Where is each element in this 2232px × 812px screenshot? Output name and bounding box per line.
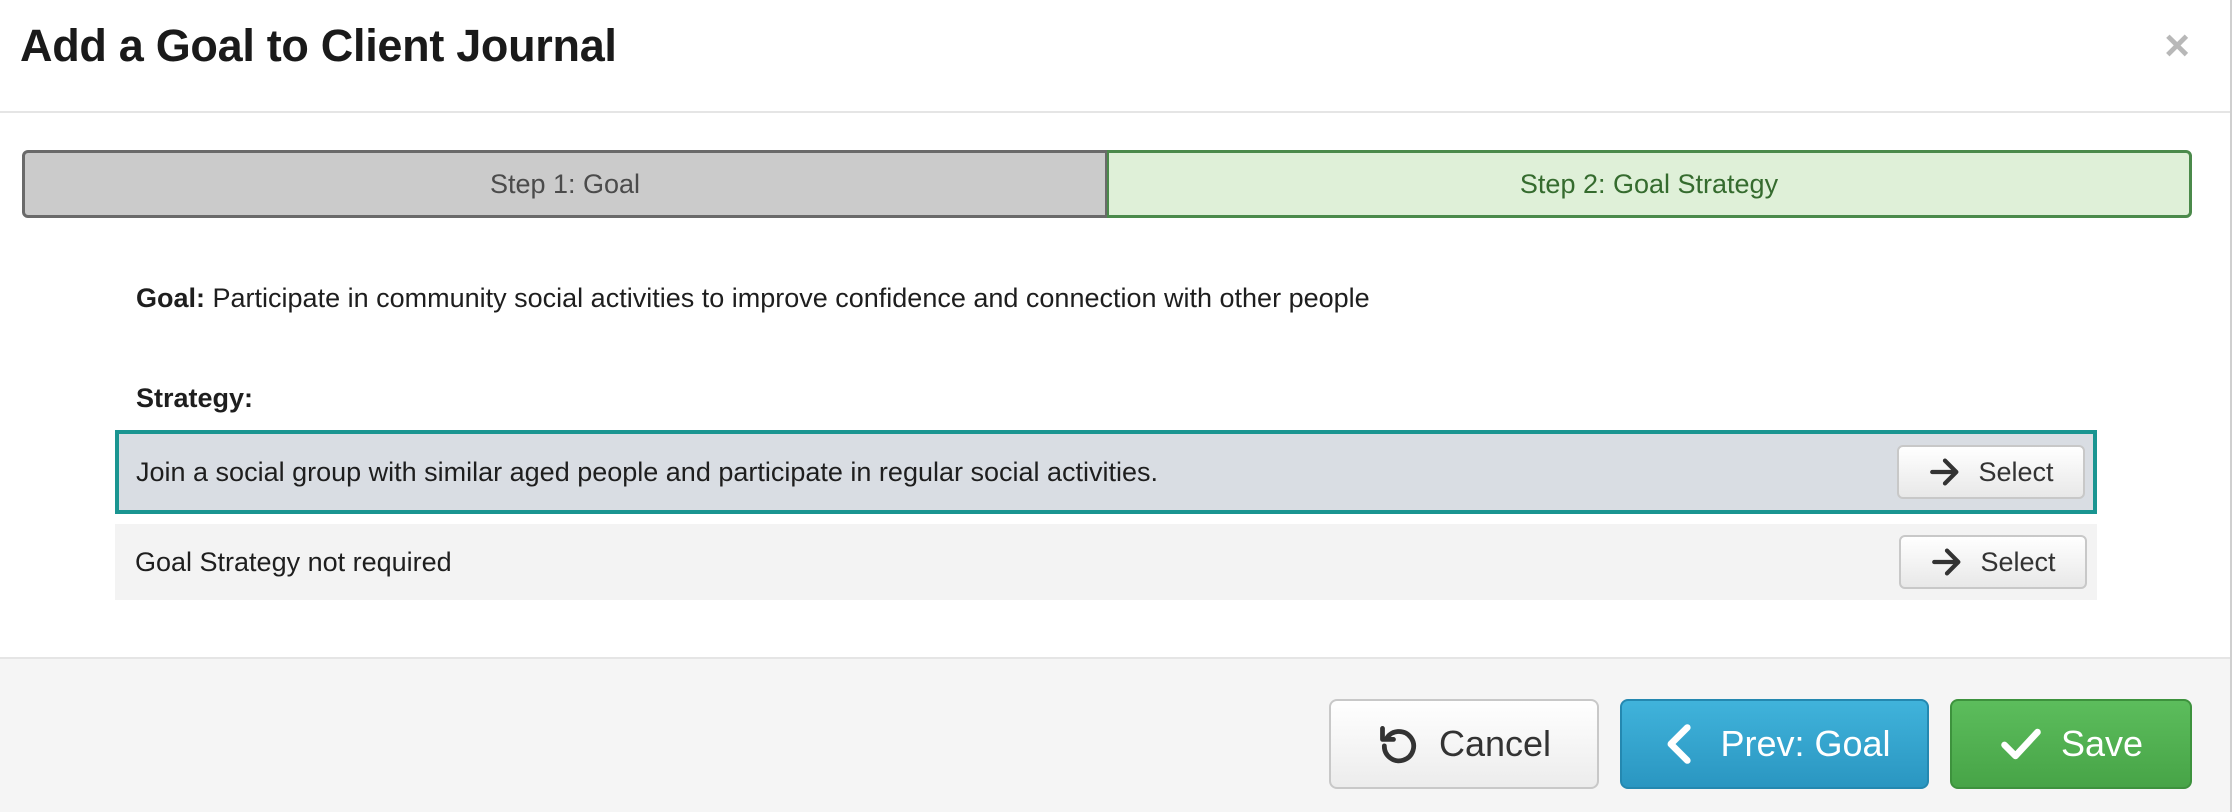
cancel-label: Cancel xyxy=(1438,723,1552,764)
prev-goal-button[interactable]: Prev: Goal xyxy=(1620,699,1929,789)
save-button[interactable]: Save xyxy=(1950,699,2192,789)
strategy-option-text: Goal Strategy not required xyxy=(135,546,452,577)
select-strategy-button[interactable]: Select xyxy=(1897,445,2085,499)
goal-label: Goal: xyxy=(136,283,206,313)
save-label: Save xyxy=(2060,723,2144,764)
chevron-left-icon xyxy=(1667,724,1692,764)
prev-goal-label: Prev: Goal xyxy=(1720,723,1891,764)
goal-text: Participate in community social activiti… xyxy=(212,283,1370,313)
strategy-option-not-required[interactable]: Goal Strategy not required Select xyxy=(115,524,2097,600)
goal-summary: Goal: Participate in community social ac… xyxy=(136,283,1370,314)
add-goal-dialog: Add a Goal to Client Journal × Step 1: G… xyxy=(0,0,2232,812)
arrow-right-icon xyxy=(1930,458,1959,486)
select-strategy-button[interactable]: Select xyxy=(1899,535,2087,589)
checkmark-icon xyxy=(2001,728,2041,760)
dialog-title: Add a Goal to Client Journal xyxy=(20,20,617,71)
arrow-right-icon xyxy=(1932,548,1961,576)
cancel-button[interactable]: Cancel xyxy=(1329,699,1599,789)
strategy-label: Strategy: xyxy=(136,383,254,413)
strategy-option-social-group[interactable]: Join a social group with similar aged pe… xyxy=(115,430,2097,514)
close-icon[interactable]: × xyxy=(2164,22,2190,70)
step-progress: Step 1: Goal Step 2: Goal Strategy xyxy=(22,150,2192,218)
dialog-footer: Cancel Prev: Goal Save xyxy=(0,657,2230,812)
select-button-label: Select xyxy=(1980,546,2056,577)
step-goal[interactable]: Step 1: Goal xyxy=(22,150,1107,218)
strategy-option-text: Join a social group with similar aged pe… xyxy=(136,456,1159,487)
dialog-header: Add a Goal to Client Journal × xyxy=(0,0,2230,113)
step-goal-strategy[interactable]: Step 2: Goal Strategy xyxy=(1107,150,2192,218)
undo-icon xyxy=(1380,726,1417,764)
select-button-label: Select xyxy=(1978,456,2054,487)
